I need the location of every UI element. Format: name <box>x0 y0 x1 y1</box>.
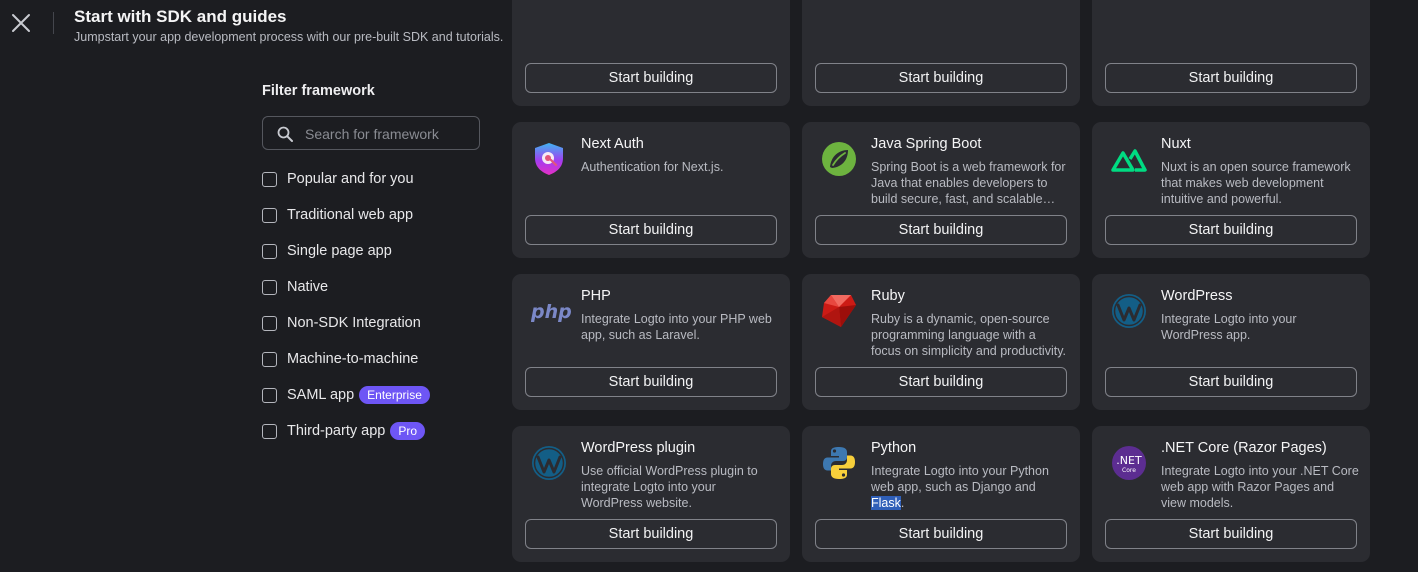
search-field[interactable] <box>262 116 480 151</box>
start-building-button[interactable]: Start building <box>1105 519 1357 549</box>
card-description: Ruby is a dynamic, open-source programmi… <box>871 312 1066 358</box>
guide-card-wordpress-plugin: WordPress plugin Use official WordPress … <box>512 426 790 562</box>
dotnet-logo-subtext: Core <box>1122 467 1136 474</box>
start-building-button[interactable]: Start building <box>815 215 1067 245</box>
filter-label: Popular and for you <box>287 171 414 187</box>
start-building-button[interactable]: Start building <box>1105 367 1357 397</box>
filter-non-sdk[interactable]: Non-SDK Integration <box>262 312 421 334</box>
start-building-button[interactable]: Start building <box>525 519 777 549</box>
dotnet-core-icon: .NET Core <box>1111 445 1147 481</box>
checkbox[interactable] <box>262 423 277 439</box>
guide-card-ruby: Ruby Ruby is a dynamic, open-source prog… <box>802 274 1080 410</box>
nuxt-icon <box>1111 141 1147 177</box>
checkbox[interactable] <box>262 351 277 367</box>
filter-label: Machine-to-machine <box>287 351 419 367</box>
card-title: Next Auth <box>581 136 644 152</box>
php-icon: php <box>530 293 572 329</box>
filter-label: SAML app <box>287 387 355 403</box>
card-description: Nuxt is an open source framework that ma… <box>1161 160 1351 206</box>
start-building-button[interactable]: Start building <box>525 215 777 245</box>
guide-card-dotnet-razor: .NET Core .NET Core (Razor Pages) Integr… <box>1092 426 1370 562</box>
start-building-button[interactable]: Start building <box>815 63 1067 93</box>
desc-text: Integrate Logto into your Python web app… <box>871 464 1049 494</box>
filter-m2m[interactable]: Machine-to-machine <box>262 348 418 370</box>
guide-card-java-spring-boot: Java Spring Boot Spring Boot is a web fr… <box>802 122 1080 258</box>
card-description: Authentication for Next.js. <box>581 160 724 174</box>
guide-card-nuxt: Nuxt Nuxt is an open source framework th… <box>1092 122 1370 258</box>
checkbox[interactable] <box>262 387 277 403</box>
card-title: PHP <box>581 288 611 304</box>
card-title: Nuxt <box>1161 136 1191 152</box>
card-title: WordPress plugin <box>581 440 696 456</box>
search-input[interactable] <box>303 117 477 151</box>
checkbox[interactable] <box>262 243 277 259</box>
start-building-button[interactable]: Start building <box>815 519 1067 549</box>
filter-label: Third-party app <box>287 423 386 439</box>
filter-heading: Filter framework <box>262 83 375 99</box>
selected-text: Flask <box>871 496 901 510</box>
spring-boot-icon <box>821 141 857 177</box>
filter-saml-app[interactable]: SAML app Enterprise <box>262 384 430 406</box>
python-icon <box>821 445 857 481</box>
guide-card-wordpress: WordPress Integrate Logto into your Word… <box>1092 274 1370 410</box>
card-title: .NET Core (Razor Pages) <box>1161 440 1327 456</box>
start-building-button[interactable]: Start building <box>815 367 1067 397</box>
checkbox[interactable] <box>262 171 277 187</box>
close-icon[interactable] <box>8 10 34 36</box>
wordpress-icon <box>531 445 567 481</box>
guide-card-php: php PHP Integrate Logto into your PHP we… <box>512 274 790 410</box>
filter-native[interactable]: Native <box>262 276 328 298</box>
ruby-icon <box>821 293 857 329</box>
checkbox[interactable] <box>262 279 277 295</box>
next-auth-icon <box>531 141 567 177</box>
checkbox[interactable] <box>262 207 277 223</box>
filter-label: Single page app <box>287 243 392 259</box>
pro-badge: Pro <box>390 422 426 440</box>
card-title: Java Spring Boot <box>871 136 982 152</box>
card-description: Integrate Logto into your Python web app… <box>871 463 1069 511</box>
guide-card: Start building <box>1092 0 1370 106</box>
card-description: Spring Boot is a web framework for Java … <box>871 160 1066 206</box>
card-title: WordPress <box>1161 288 1233 304</box>
filter-label: Traditional web app <box>287 207 414 223</box>
filter-single-page-app[interactable]: Single page app <box>262 240 392 262</box>
filter-label: Native <box>287 279 329 295</box>
page-subtitle: Jumpstart your app development process w… <box>74 30 504 44</box>
filter-third-party-app[interactable]: Third-party app Pro <box>262 420 426 442</box>
filter-traditional-web-app[interactable]: Traditional web app <box>262 204 413 226</box>
filter-label: Non-SDK Integration <box>287 315 421 331</box>
card-description: Use official WordPress plugin to integra… <box>581 464 758 510</box>
filter-popular[interactable]: Popular and for you <box>262 168 414 190</box>
checkbox[interactable] <box>262 315 277 331</box>
guide-card: Start building <box>802 0 1080 106</box>
card-title: Ruby <box>871 288 905 304</box>
header-divider <box>53 12 54 34</box>
desc-text-end: . <box>900 496 905 510</box>
dotnet-logo-text: .NET <box>1116 454 1142 467</box>
guide-card: Start building <box>512 0 790 106</box>
start-building-button[interactable]: Start building <box>525 63 777 93</box>
start-building-button[interactable]: Start building <box>525 367 777 397</box>
start-building-button[interactable]: Start building <box>1105 63 1357 93</box>
guide-card-next-auth: Next Auth Authentication for Next.js. St… <box>512 122 790 258</box>
card-title: Python <box>871 440 917 456</box>
card-description: Integrate Logto into your WordPress app. <box>1161 312 1297 342</box>
guide-card-python: Python Integrate Logto into your Python … <box>802 426 1080 562</box>
card-description: Integrate Logto into your PHP web app, s… <box>581 312 772 342</box>
php-logo-text: php <box>531 301 571 323</box>
wordpress-icon <box>1111 293 1147 329</box>
card-description: Integrate Logto into your .NET Core web … <box>1161 464 1359 510</box>
enterprise-badge: Enterprise <box>359 386 430 404</box>
search-icon <box>277 126 293 142</box>
start-building-button[interactable]: Start building <box>1105 215 1357 245</box>
page-title: Start with SDK and guides <box>74 7 287 26</box>
